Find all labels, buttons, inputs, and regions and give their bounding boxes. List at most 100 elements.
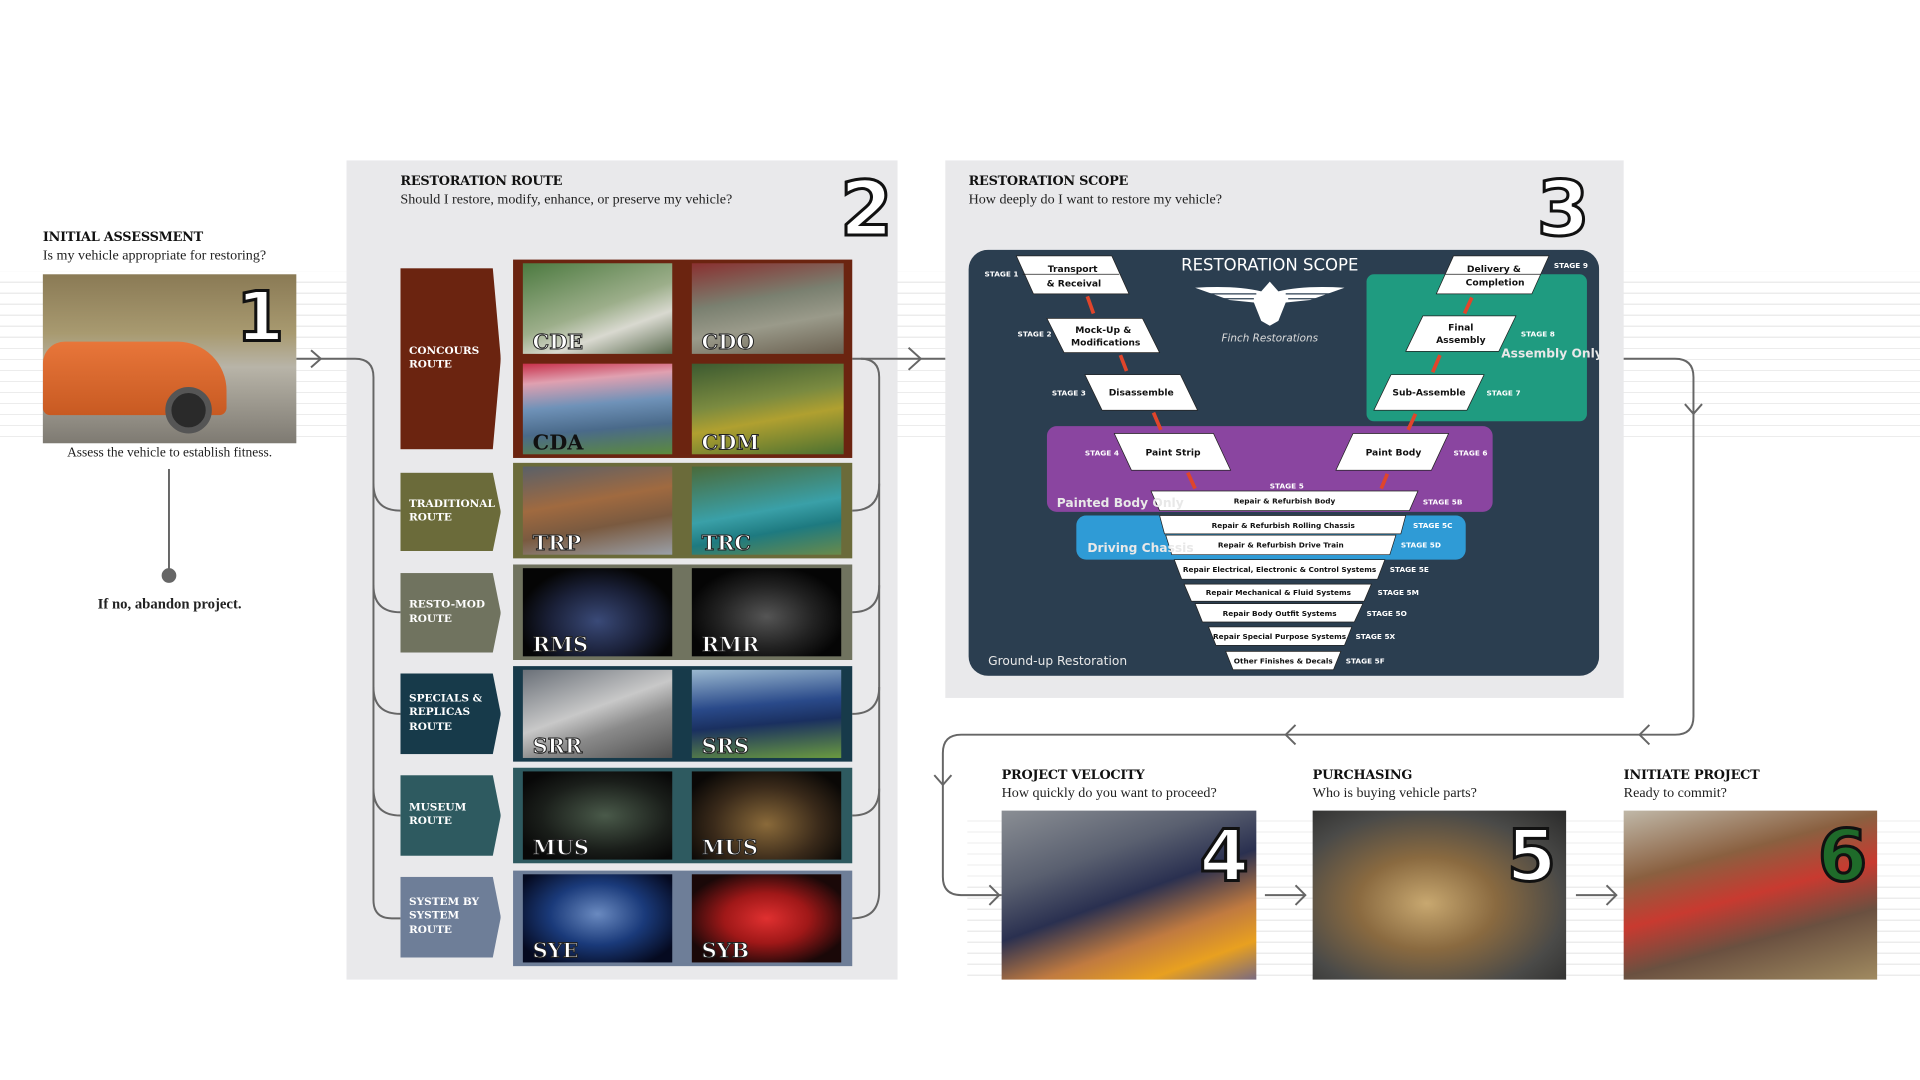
initiate-photo: 6 [1623, 810, 1878, 980]
step3-question: How deeply do I want to restore my vehic… [968, 192, 1222, 207]
svg-text:STAGE 4: STAGE 4 [1085, 449, 1119, 458]
stage2-name: Mock-Up & [1075, 325, 1131, 336]
photo-tile-mus-truck[interactable]: MUS [522, 771, 673, 860]
step1-caption: Assess the vehicle to establish fitness. [67, 445, 273, 461]
photo-tile-mus-motorcycle[interactable]: MUS [691, 771, 842, 860]
photo-tile-cde[interactable]: CDE [522, 263, 673, 354]
photo-tile-trc[interactable]: TRC [691, 466, 842, 555]
stage6-name: Paint Body [1366, 448, 1422, 459]
step2-question: Should I restore, modify, enhance, or pr… [400, 192, 733, 207]
photo-tile-cdm[interactable]: CDM [691, 363, 844, 455]
photo-tile-cda[interactable]: CDA [522, 363, 673, 455]
step2-title: RESTORATION ROUTE [400, 173, 563, 189]
assembly-only-label: Assembly Only [1501, 347, 1599, 361]
restoration-scope-diagram: RESTORATION SCOPE Finch Restorations Tra… [968, 249, 1600, 676]
step3-number: 3 [1535, 164, 1591, 254]
svg-text:STAGE 5C: STAGE 5C [1413, 521, 1452, 530]
abandon-note: If no, abandon project. [97, 595, 242, 613]
restoration-process-infographic: INITIAL ASSESSMENT Is my vehicle appropr… [0, 0, 1920, 1080]
logo-text: Finch Restorations [1222, 333, 1319, 345]
stage4-name: Paint Strip [1145, 448, 1201, 459]
svg-text:STAGE 5E: STAGE 5E [1390, 565, 1429, 574]
driving-chassis-label: Driving Chassis [1087, 541, 1193, 555]
route-resto-mod[interactable]: RESTO-MOD ROUTE [400, 573, 501, 653]
svg-text:STAGE 2: STAGE 2 [1018, 330, 1052, 339]
painted-body-only-label: Painted Body Only [1057, 496, 1184, 510]
stage9-name: Delivery & [1467, 264, 1521, 275]
svg-text:Repair Body Outfit Systems: Repair Body Outfit Systems [1223, 609, 1338, 618]
purchasing-photo: 5 [1312, 810, 1567, 980]
svg-text:STAGE 5: STAGE 5 [1270, 482, 1304, 491]
svg-text:STAGE 5M: STAGE 5M [1378, 588, 1419, 597]
step5-question: Who is buying vehicle parts? [1312, 786, 1477, 801]
svg-text:Repair Mechanical & Fluid Syst: Repair Mechanical & Fluid Systems [1206, 588, 1352, 597]
svg-text:STAGE 5B: STAGE 5B [1423, 497, 1463, 506]
svg-text:Repair & Refurbish Rolling Cha: Repair & Refurbish Rolling Chassis [1212, 521, 1356, 530]
step6-question: Ready to commit? [1623, 786, 1727, 801]
photo-tile-syb[interactable]: SYB [691, 874, 842, 963]
step6-number: 6 [1816, 814, 1869, 898]
specials-gallery: SRR SRS [513, 666, 853, 762]
step4-header: PROJECT VELOCITY How quickly do you want… [1002, 768, 1217, 801]
svg-text:Repair Special Purpose Systems: Repair Special Purpose Systems [1213, 632, 1347, 641]
stage3-name: Disassemble [1109, 388, 1174, 399]
step3-title: RESTORATION SCOPE [968, 173, 1129, 189]
velocity-photo: 4 [1001, 810, 1257, 980]
photo-tile-sye[interactable]: SYE [522, 874, 673, 963]
system-gallery: SYE SYB [513, 870, 853, 967]
concours-gallery: CDE CDO CDA CDM [513, 259, 853, 458]
svg-text:STAGE 5X: STAGE 5X [1356, 632, 1396, 641]
diagram-title: RESTORATION SCOPE [1181, 256, 1358, 275]
wheel-shape [165, 386, 212, 434]
step4-number: 4 [1198, 814, 1251, 898]
step2-header: RESTORATION ROUTE Should I restore, modi… [400, 174, 732, 207]
route-museum[interactable]: MUSEUM ROUTE [400, 775, 501, 856]
step1-number: 1 [235, 277, 286, 358]
photo-tile-rmr[interactable]: RMR [691, 568, 842, 657]
stage1-name: & Receival [1047, 279, 1102, 290]
step5-header: PURCHASING Who is buying vehicle parts? [1313, 768, 1477, 801]
svg-text:STAGE 1: STAGE 1 [984, 270, 1018, 279]
step1-title: INITIAL ASSESSMENT [42, 230, 204, 245]
abandon-node-icon [161, 568, 177, 583]
svg-text:STAGE 3: STAGE 3 [1052, 389, 1086, 398]
svg-text:Repair Electrical, Electronic: Repair Electrical, Electronic & Control … [1183, 565, 1377, 574]
svg-text:STAGE 7: STAGE 7 [1487, 389, 1521, 398]
route-traditional[interactable]: TRADITIONAL ROUTE [400, 472, 501, 552]
photo-tile-cdo[interactable]: CDO [691, 263, 844, 354]
step4-question: How quickly do you want to proceed? [1001, 786, 1217, 801]
photo-tile-srr[interactable]: SRR [522, 669, 673, 758]
step1-question: Is my vehicle appropriate for restoring? [42, 248, 267, 264]
svg-text:Repair & Refurbish Drive Train: Repair & Refurbish Drive Train [1218, 540, 1344, 549]
step6-header: INITIATE PROJECT Ready to commit? [1624, 768, 1760, 801]
step3-header: RESTORATION SCOPE How deeply do I want t… [969, 174, 1222, 207]
svg-text:STAGE 5D: STAGE 5D [1401, 540, 1441, 549]
svg-text:STAGE 5O: STAGE 5O [1367, 609, 1407, 618]
photo-tile-srs[interactable]: SRS [691, 669, 842, 758]
route-concours[interactable]: CONCOURS ROUTE [400, 268, 501, 450]
stage7-name: Sub-Assemble [1392, 388, 1465, 399]
route-system-by-system[interactable]: SYSTEM BY SYSTEM ROUTE [400, 876, 501, 958]
stage8-name: Assembly [1436, 335, 1486, 346]
step5-number: 5 [1505, 814, 1558, 898]
step5-title: PURCHASING [1312, 767, 1413, 783]
svg-text:STAGE 8: STAGE 8 [1521, 330, 1555, 339]
photo-tile-rms[interactable]: RMS [522, 568, 673, 657]
step2-number: 2 [838, 164, 894, 254]
svg-text:Repair & Refurbish Body: Repair & Refurbish Body [1234, 496, 1336, 505]
step6-title: INITIATE PROJECT [1623, 767, 1760, 783]
step4-title: PROJECT VELOCITY [1001, 767, 1145, 783]
route-specials-replicas[interactable]: SPECIALS & REPLICAS ROUTE [400, 673, 501, 755]
ground-up-label: Ground-up Restoration [988, 654, 1127, 668]
stage9-name: Completion [1466, 277, 1525, 288]
assessment-photo: 1 [42, 274, 297, 444]
stage1-name: Transport [1048, 264, 1098, 275]
photo-tile-trp[interactable]: TRP [522, 466, 673, 555]
stage8-name: Final [1448, 323, 1473, 334]
step1-header: INITIAL ASSESSMENT Is my vehicle appropr… [43, 230, 266, 263]
traditional-gallery: TRP TRC [513, 462, 853, 559]
museum-gallery: MUS MUS [513, 767, 853, 864]
svg-text:STAGE 9: STAGE 9 [1554, 261, 1588, 270]
svg-text:Other Finishes & Decals: Other Finishes & Decals [1234, 657, 1334, 666]
stage2-name: Modifications [1071, 337, 1141, 348]
